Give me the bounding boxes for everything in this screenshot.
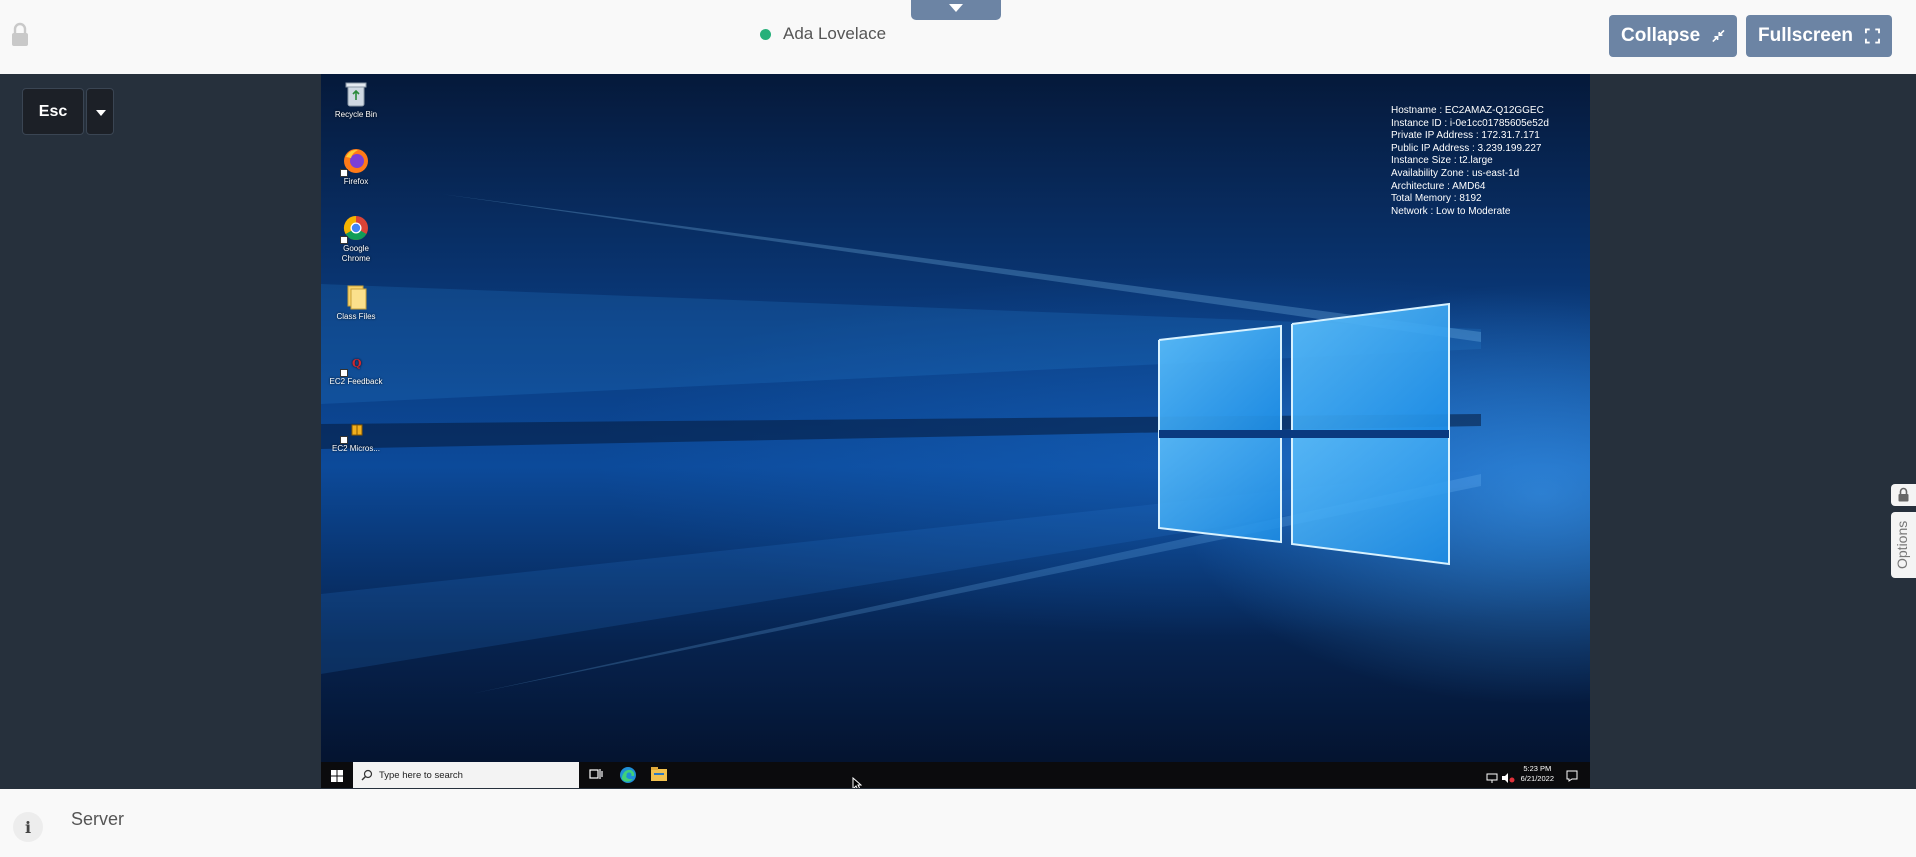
toolbar-toggle-button[interactable] bbox=[911, 0, 1001, 20]
volume-muted-icon[interactable] bbox=[1501, 770, 1515, 788]
info-line-total-memory: Total Memory : 8192 bbox=[1391, 193, 1482, 205]
esc-key-button[interactable]: Esc bbox=[22, 88, 84, 135]
desktop-icon-label: EC2 Micros... bbox=[331, 444, 380, 453]
firefox-icon bbox=[340, 147, 370, 177]
desktop-icon-label: Recycle Bin bbox=[334, 110, 378, 119]
fullscreen-button[interactable]: Fullscreen bbox=[1746, 15, 1892, 57]
info-line-hostname: Hostname : EC2AMAZ-Q12GGEC bbox=[1391, 105, 1544, 116]
search-icon bbox=[361, 769, 373, 781]
options-tab[interactable]: Options bbox=[1891, 512, 1916, 578]
windows-start-icon[interactable] bbox=[331, 769, 343, 787]
info-line-network: Network : Low to Moderate bbox=[1391, 205, 1511, 217]
fullscreen-label: Fullscreen bbox=[1758, 25, 1854, 46]
shortcut-arrow-icon bbox=[340, 169, 348, 177]
collapse-label: Collapse bbox=[1621, 25, 1701, 46]
windows-taskbar: Type here to search 5:23 PM 6/21/2022 bbox=[321, 762, 1590, 788]
options-lock-button[interactable] bbox=[1891, 484, 1916, 506]
caret-down-icon bbox=[96, 110, 106, 116]
online-status-dot bbox=[760, 28, 771, 40]
instance-info-overlay: Hostname : EC2AMAZ-Q12GGEC Instance ID :… bbox=[1391, 105, 1549, 218]
info-line-architecture: Architecture : AMD64 bbox=[1391, 180, 1486, 192]
folder-icon bbox=[342, 282, 370, 310]
info-icon: i bbox=[24, 817, 32, 837]
desktop-icon-label: Firefox bbox=[343, 177, 369, 186]
top-bar: Ada Lovelace Collapse Fullscreen bbox=[0, 0, 1916, 74]
user-status: Ada Lovelace bbox=[760, 24, 886, 44]
desktop-icon-google-chrome[interactable]: Google Chrome bbox=[329, 214, 383, 264]
shortcut-arrow-icon bbox=[340, 436, 348, 444]
task-view-icon[interactable] bbox=[589, 767, 603, 786]
feedback-icon: Q bbox=[340, 355, 370, 377]
info-line-public-ip: Public IP Address : 3.239.199.227 bbox=[1391, 142, 1542, 154]
mouse-cursor-icon bbox=[852, 777, 862, 788]
chrome-icon bbox=[340, 214, 370, 244]
info-line-availability-zone: Availability Zone : us-east-1d bbox=[1391, 167, 1520, 179]
keys-dropdown-button[interactable] bbox=[86, 88, 114, 135]
info-button[interactable]: i bbox=[13, 812, 43, 842]
desktop-icon-class-files[interactable]: Class Files bbox=[329, 282, 383, 322]
desktop-icon-ec2-micros[interactable]: EC2 Micros... bbox=[329, 422, 383, 454]
info-line-private-ip: Private IP Address : 172.31.7.171 bbox=[1391, 130, 1540, 142]
desktop-icon-recycle-bin[interactable]: Recycle Bin bbox=[329, 80, 383, 120]
network-icon[interactable] bbox=[1486, 770, 1498, 788]
svg-text:Q: Q bbox=[352, 357, 362, 370]
bottom-bar: i Server bbox=[0, 789, 1916, 857]
file-explorer-icon[interactable] bbox=[651, 767, 667, 786]
desktop-icon-ec2-feedback[interactable]: Q EC2 Feedback bbox=[329, 355, 383, 387]
collapse-icon bbox=[1712, 29, 1725, 43]
desktop-icon-label: EC2 Feedback bbox=[329, 377, 383, 386]
package-icon bbox=[340, 422, 370, 444]
info-line-instance-size: Instance Size : t2.large bbox=[1391, 155, 1493, 167]
clock-date: 6/21/2022 bbox=[1520, 774, 1554, 783]
options-label: Options bbox=[1894, 520, 1910, 570]
collapse-button[interactable]: Collapse bbox=[1609, 15, 1737, 57]
lock-icon[interactable] bbox=[10, 22, 30, 48]
chevron-down-icon bbox=[949, 4, 963, 12]
info-line-instance-id: Instance ID : i-0e1cc01785605e52d bbox=[1391, 117, 1549, 129]
desktop-icon-firefox[interactable]: Firefox bbox=[329, 147, 383, 187]
remote-desktop-view[interactable]: Recycle Bin Firefox Google Chrome Class … bbox=[321, 74, 1590, 788]
server-label[interactable]: Server bbox=[71, 809, 124, 830]
clock-time: 5:23 PM bbox=[1523, 764, 1552, 773]
clock[interactable]: 5:23 PM 6/21/2022 bbox=[1521, 764, 1554, 784]
recycle-bin-icon bbox=[342, 80, 370, 108]
taskbar-search-box[interactable]: Type here to search bbox=[353, 762, 579, 788]
notification-center-icon[interactable] bbox=[1566, 769, 1578, 787]
fullscreen-icon bbox=[1865, 28, 1880, 44]
lock-icon bbox=[1898, 487, 1909, 502]
search-placeholder: Type here to search bbox=[379, 769, 463, 781]
shortcut-arrow-icon bbox=[340, 236, 348, 244]
desktop-icon-label: Google Chrome bbox=[341, 244, 371, 263]
user-name: Ada Lovelace bbox=[783, 24, 887, 43]
esc-label: Esc bbox=[38, 102, 68, 120]
desktop-icon-label: Class Files bbox=[336, 312, 376, 321]
edge-browser-icon[interactable] bbox=[619, 766, 637, 788]
shortcut-arrow-icon bbox=[340, 369, 348, 377]
